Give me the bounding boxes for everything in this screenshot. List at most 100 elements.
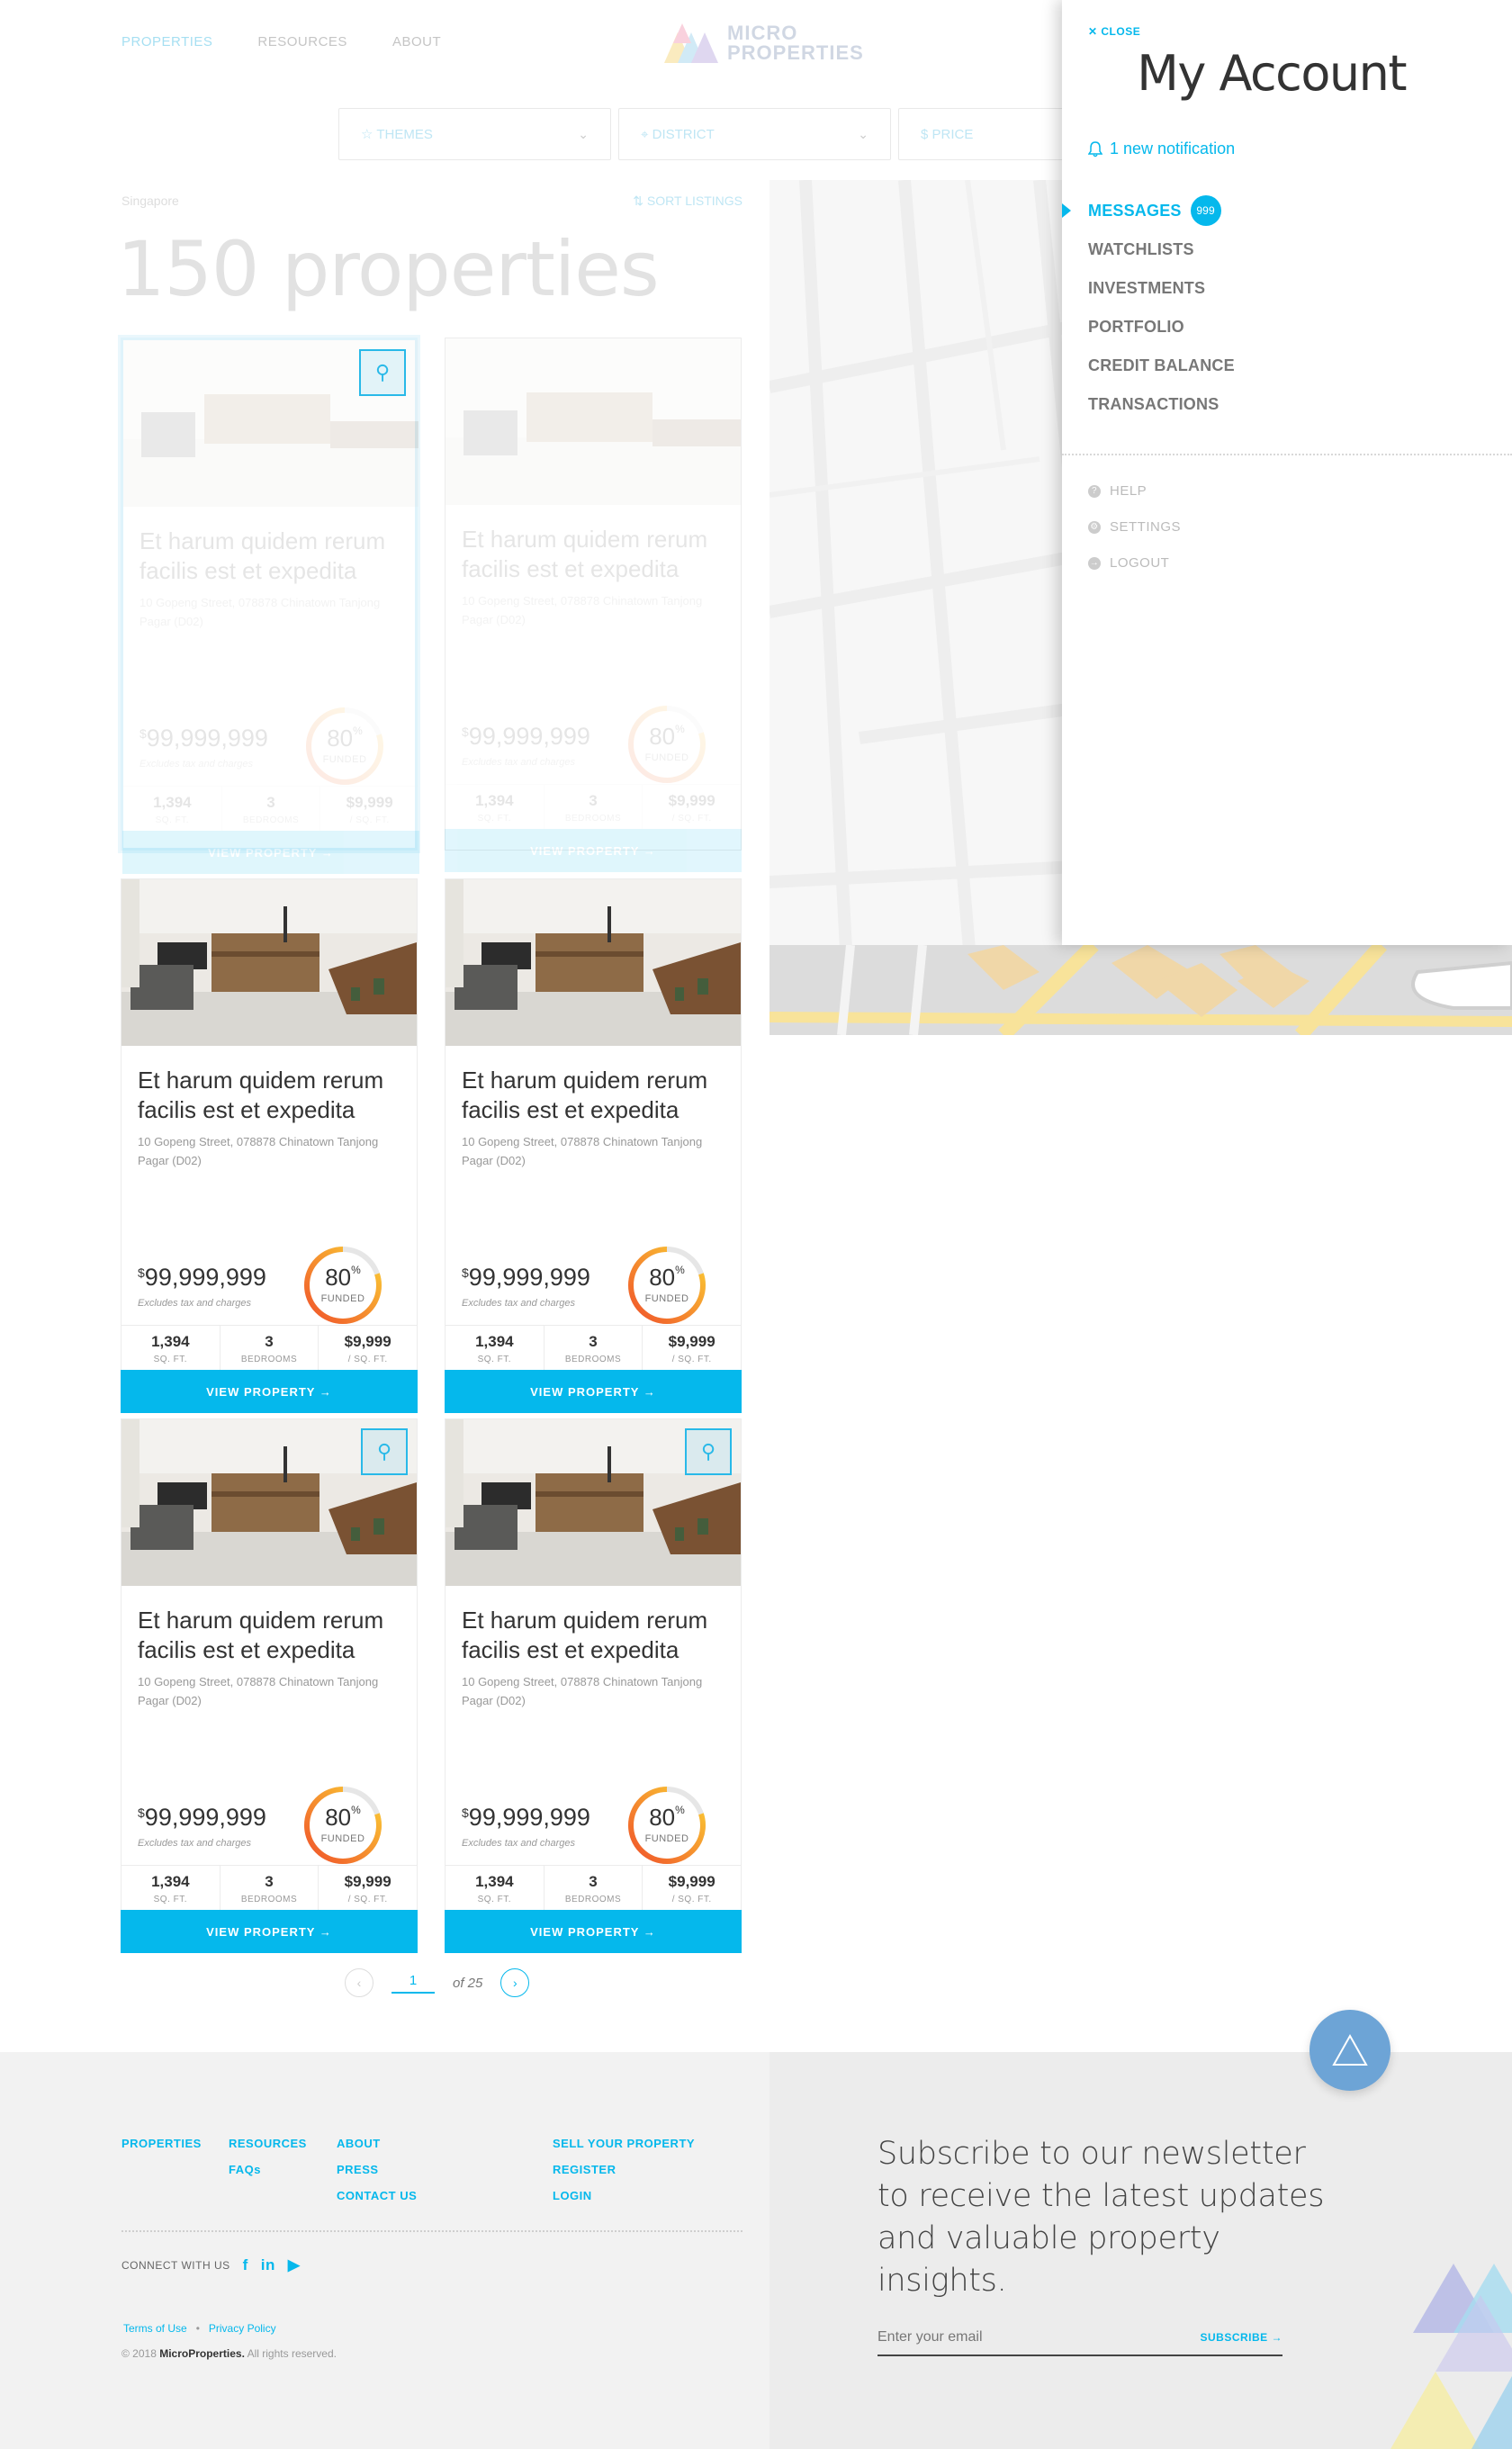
- menu-investments[interactable]: INVESTMENTS: [1088, 279, 1235, 297]
- property-stats: 1,394 SQ. FT. 3 BEDROOMS $9,999/ SQ. FT.: [446, 784, 741, 829]
- stat-sqft: 1,394 SQ. FT.: [122, 1326, 220, 1370]
- price-row: $99,999,999 Excludes tax and charges 80%…: [462, 703, 724, 793]
- property-card[interactable]: Et harum quidem rerum facilis est et exp…: [121, 878, 418, 1413]
- map-pin-toggle[interactable]: ⚲: [359, 349, 406, 396]
- menu-transactions[interactable]: TRANSACTIONS: [1088, 395, 1235, 413]
- menu-watchlists[interactable]: WATCHLISTS: [1088, 240, 1235, 258]
- property-title[interactable]: Et harum quidem rerum facilis est et exp…: [462, 1066, 724, 1125]
- property-address: 10 Gopeng Street, 078878 Chinatown Tanjo…: [462, 594, 703, 626]
- close-icon: ✕: [1088, 25, 1102, 38]
- property-card[interactable]: Et harum quidem rerum facilis est et exp…: [445, 878, 742, 1413]
- funded-percent: 80%: [325, 1264, 361, 1291]
- prev-page-button[interactable]: ‹: [345, 1968, 374, 1997]
- funded-label: FUNDED: [644, 1833, 689, 1844]
- bell-icon: [1088, 140, 1102, 157]
- property-card[interactable]: ⚲ Et harum quidem rerum facilis est et e…: [121, 1418, 418, 1953]
- property-title[interactable]: Et harum quidem rerum facilis est et exp…: [138, 1606, 400, 1665]
- pagination: ‹ 1 of 25 ›: [345, 1968, 530, 1997]
- view-property-button[interactable]: VIEW PROPERTY →: [121, 1370, 418, 1413]
- view-property-button[interactable]: VIEW PROPERTY →: [121, 1910, 418, 1953]
- property-card[interactable]: Et harum quidem rerum facilis est et exp…: [445, 338, 742, 872]
- logout-icon: →: [1088, 556, 1101, 570]
- youtube-icon[interactable]: ▶: [288, 2256, 301, 2274]
- scroll-top-button[interactable]: [1310, 2010, 1390, 2091]
- email-input[interactable]: [878, 2329, 1148, 2345]
- linkedin-icon[interactable]: in: [261, 2256, 275, 2274]
- funded-label: FUNDED: [320, 1293, 365, 1304]
- footer-link-about[interactable]: ABOUT: [337, 2137, 417, 2150]
- breadcrumb[interactable]: Singapore: [122, 194, 179, 209]
- property-card[interactable]: ⚲ Et harum quidem rerum facilis est et e…: [445, 1418, 742, 1953]
- logo-icon: [664, 23, 718, 63]
- property-stats: 1,394 SQ. FT. 3 BEDROOMS $9,999/ SQ. FT.: [446, 1325, 741, 1370]
- property-price: $99,999,999: [138, 1804, 266, 1831]
- footer-link-press[interactable]: PRESS: [337, 2163, 417, 2176]
- price-value: 99,999,999: [146, 725, 268, 752]
- next-page-button[interactable]: ›: [500, 1968, 530, 1997]
- property-title[interactable]: Et harum quidem rerum facilis est et exp…: [140, 527, 402, 586]
- footer-link-resources[interactable]: RESOURCES: [229, 2137, 307, 2150]
- gear-icon: ⚙: [1088, 520, 1101, 534]
- view-property-button[interactable]: VIEW PROPERTY →: [122, 831, 419, 874]
- privacy-link[interactable]: Privacy Policy: [209, 2322, 276, 2335]
- property-address: 10 Gopeng Street, 078878 Chinatown Tanjo…: [140, 596, 381, 628]
- funded-label: FUNDED: [320, 1833, 365, 1844]
- footer-link-login[interactable]: LOGIN: [553, 2189, 695, 2202]
- price-note: Excludes tax and charges: [140, 759, 253, 770]
- property-address: 10 Gopeng Street, 078878 Chinatown Tanjo…: [138, 1675, 379, 1707]
- map-pin-toggle[interactable]: ⚲: [685, 1428, 732, 1475]
- property-price: $99,999,999: [462, 1264, 590, 1291]
- menu-logout[interactable]: → LOGOUT: [1088, 555, 1181, 571]
- sort-listings-button[interactable]: ⇅ SORT LISTINGS: [633, 194, 742, 209]
- price-row: $99,999,999 Excludes tax and charges 80%…: [138, 1784, 400, 1874]
- property-title[interactable]: Et harum quidem rerum facilis est et exp…: [462, 1606, 724, 1665]
- nav-properties[interactable]: PROPERTIES: [122, 34, 212, 50]
- page-input[interactable]: 1: [392, 1973, 435, 1994]
- stat-sqft: 1,394 SQ. FT.: [446, 1326, 544, 1370]
- funded-percent: 80%: [649, 1804, 685, 1831]
- filter-price-label: PRICE: [932, 126, 974, 142]
- logo[interactable]: MICRO PROPERTIES: [664, 23, 864, 63]
- property-photo: [446, 338, 741, 505]
- notification-link[interactable]: 1 new notification: [1088, 140, 1235, 158]
- view-property-button[interactable]: VIEW PROPERTY →: [445, 1370, 742, 1413]
- nav-about[interactable]: ABOUT: [392, 34, 441, 50]
- property-title[interactable]: Et harum quidem rerum facilis est et exp…: [462, 525, 724, 584]
- property-stats: 1,394 SQ. FT. 3 BEDROOMS $9,999/ SQ. FT.: [446, 1865, 741, 1910]
- footer-link-register[interactable]: REGISTER: [553, 2163, 695, 2176]
- property-card[interactable]: ⚲ Et harum quidem rerum facilis est et e…: [121, 338, 419, 874]
- chevron-right-icon: ›: [513, 1976, 518, 1990]
- nav-resources[interactable]: RESOURCES: [257, 34, 347, 50]
- price-note: Excludes tax and charges: [462, 1838, 575, 1849]
- menu-messages[interactable]: MESSAGES 999: [1062, 195, 1235, 226]
- property-title[interactable]: Et harum quidem rerum facilis est et exp…: [138, 1066, 400, 1125]
- price-value: 99,999,999: [468, 1264, 590, 1291]
- view-property-button[interactable]: VIEW PROPERTY →: [445, 829, 742, 872]
- sort-row: Singapore ⇅ SORT LISTINGS: [122, 194, 742, 209]
- footer-link-sell[interactable]: SELL YOUR PROPERTY: [553, 2137, 695, 2150]
- separator-dot: •: [195, 2322, 200, 2335]
- filter-themes[interactable]: ☆ THEMES ⌄: [338, 108, 611, 160]
- map-pin-toggle[interactable]: ⚲: [361, 1428, 408, 1475]
- subscribe-button[interactable]: SUBSCRIBE →: [1200, 2331, 1282, 2344]
- menu-credit-balance[interactable]: CREDIT BALANCE: [1088, 356, 1235, 374]
- facebook-icon[interactable]: f: [243, 2256, 248, 2274]
- terms-link[interactable]: Terms of Use: [123, 2322, 187, 2335]
- menu-settings[interactable]: ⚙ SETTINGS: [1088, 519, 1181, 535]
- star-icon: ☆: [361, 127, 377, 142]
- price-row: $99,999,999 Excludes tax and charges 80%…: [462, 1784, 724, 1874]
- dollar-icon: $: [921, 126, 932, 142]
- funded-label: FUNDED: [644, 1293, 689, 1304]
- close-button[interactable]: ✕ CLOSE: [1088, 25, 1140, 38]
- stat-sqft: 1,394 SQ. FT.: [122, 1866, 220, 1910]
- price-value: 99,999,999: [468, 1804, 590, 1831]
- property-stats: 1,394 SQ. FT. 3 BEDROOMS $9,999/ SQ. FT.: [123, 786, 418, 831]
- map-bottom-strip[interactable]: [770, 945, 1512, 1035]
- filter-district[interactable]: ⌖ DISTRICT ⌄: [618, 108, 891, 160]
- footer-link-faqs[interactable]: FAQs: [229, 2163, 307, 2176]
- footer-link-contact[interactable]: CONTACT US: [337, 2189, 417, 2202]
- view-property-button[interactable]: VIEW PROPERTY →: [445, 1910, 742, 1953]
- footer-link-properties[interactable]: PROPERTIES: [122, 2137, 202, 2150]
- menu-portfolio[interactable]: PORTFOLIO: [1088, 318, 1235, 336]
- menu-help[interactable]: ? HELP: [1088, 483, 1181, 499]
